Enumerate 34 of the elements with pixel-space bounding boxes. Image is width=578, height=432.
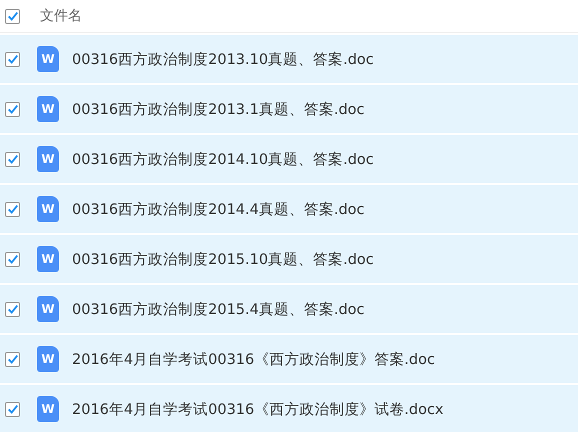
file-name: 2016年4月自学考试00316《西方政治制度》试卷.docx bbox=[72, 400, 444, 418]
checkbox[interactable] bbox=[5, 402, 20, 416]
checkbox[interactable] bbox=[5, 352, 20, 366]
checkbox[interactable] bbox=[5, 202, 20, 216]
file-name: 2016年4月自学考试00316《西方政治制度》答案.doc bbox=[72, 350, 435, 368]
file-name: 00316西方政治制度2013.1真题、答案.doc bbox=[72, 100, 365, 118]
file-name: 00316西方政治制度2015.10真题、答案.doc bbox=[72, 250, 374, 268]
file-name: 00316西方政治制度2014.10真题、答案.doc bbox=[72, 150, 374, 168]
document-icon: W bbox=[37, 296, 59, 322]
document-icon: W bbox=[37, 196, 59, 222]
file-row[interactable]: W 00316西方政治制度2015.4真题、答案.doc bbox=[0, 285, 578, 333]
file-row[interactable]: W 00316西方政治制度2014.4真题、答案.doc bbox=[0, 185, 578, 233]
file-row[interactable]: W 2016年4月自学考试00316《西方政治制度》试卷.docx bbox=[0, 385, 578, 432]
file-name: 00316西方政治制度2013.10真题、答案.doc bbox=[72, 50, 374, 68]
column-header[interactable]: 文件名 bbox=[40, 7, 82, 25]
document-icon: W bbox=[37, 146, 59, 172]
checkbox[interactable] bbox=[5, 102, 20, 116]
file-row[interactable]: W 00316西方政治制度2015.10真题、答案.doc bbox=[0, 235, 578, 283]
checkbox[interactable] bbox=[5, 302, 20, 316]
file-name: 00316西方政治制度2014.4真题、答案.doc bbox=[72, 200, 365, 218]
file-row[interactable]: W 2016年4月自学考试00316《西方政治制度》答案.doc bbox=[0, 335, 578, 383]
file-row[interactable]: W 00316西方政治制度2014.10真题、答案.doc bbox=[0, 135, 578, 183]
document-icon: W bbox=[37, 396, 59, 422]
checkbox[interactable] bbox=[5, 252, 20, 266]
checkbox[interactable] bbox=[5, 152, 20, 166]
checkbox[interactable] bbox=[5, 52, 20, 66]
file-row[interactable]: W 00316西方政治制度2013.1真题、答案.doc bbox=[0, 85, 578, 133]
document-icon: W bbox=[37, 96, 59, 122]
document-icon: W bbox=[37, 346, 59, 372]
document-icon: W bbox=[37, 46, 59, 72]
checkbox[interactable] bbox=[5, 8, 20, 24]
file-row[interactable]: W 00316西方政治制度2013.10真题、答案.doc bbox=[0, 35, 578, 83]
file-name: 00316西方政治制度2015.4真题、答案.doc bbox=[72, 300, 365, 318]
document-icon: W bbox=[37, 246, 59, 272]
